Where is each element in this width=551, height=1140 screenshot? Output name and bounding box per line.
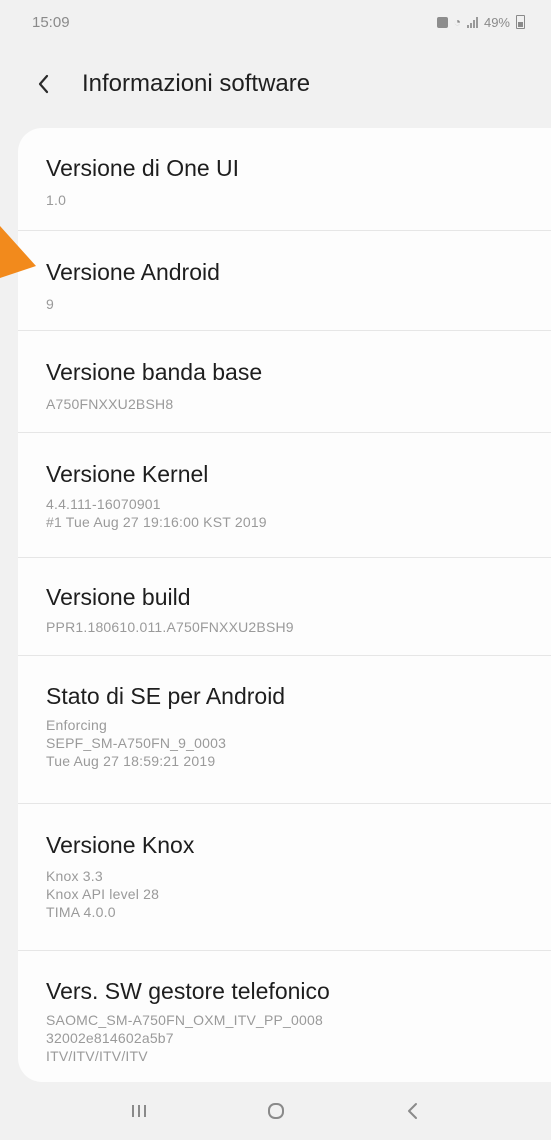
item-value: TIMA 4.0.0	[46, 904, 116, 920]
list-item-kernel-version[interactable]: Versione Kernel 4.4.111-16070901 #1 Tue …	[18, 433, 551, 558]
recents-icon	[131, 1105, 146, 1117]
list-item-one-ui-version[interactable]: Versione di One UI 1.0	[18, 128, 551, 231]
navigation-bar	[0, 1082, 551, 1140]
signal-icon	[466, 16, 478, 28]
item-value: SAOMC_SM-A750FN_OXM_ITV_PP_0008	[46, 1012, 323, 1028]
item-value: #1 Tue Aug 27 19:16:00 KST 2019	[46, 514, 267, 530]
software-info-list: Versione di One UI 1.0 Versione Android …	[18, 128, 551, 1082]
back-icon	[407, 1103, 417, 1119]
recents-button[interactable]	[109, 1091, 169, 1131]
status-time: 15:09	[32, 13, 70, 31]
item-value: ITV/ITV/ITV/ITV	[46, 1048, 148, 1064]
wifi-icon: ◔	[453, 15, 461, 29]
back-button[interactable]	[36, 66, 72, 102]
list-item-knox-version[interactable]: Versione Knox Knox 3.3 Knox API level 28…	[18, 804, 551, 951]
item-value: 9	[46, 296, 54, 312]
orange-arrow-pointer	[0, 226, 36, 278]
item-value: Enforcing	[46, 717, 107, 733]
item-title: Versione Knox	[46, 832, 195, 858]
item-value: A750FNXXU2BSH8	[46, 396, 174, 412]
item-title: Stato di SE per Android	[46, 683, 286, 709]
list-item-se-android-status[interactable]: Stato di SE per Android Enforcing SEPF_S…	[18, 656, 551, 804]
item-value: Knox 3.3	[46, 868, 103, 884]
list-item-build-version[interactable]: Versione build PPR1.180610.011.A750FNXXU…	[18, 558, 551, 656]
status-bar: 15:09 ◔ 49%	[0, 0, 551, 44]
item-value: 4.4.111-16070901	[46, 496, 161, 512]
item-title: Vers. SW gestore telefonico	[46, 978, 330, 1004]
item-value: SEPF_SM-A750FN_9_0003	[46, 735, 227, 751]
item-title: Versione build	[46, 584, 191, 610]
back-chevron-icon	[38, 74, 49, 94]
item-title: Versione Android	[46, 259, 220, 285]
item-value: Tue Aug 27 18:59:21 2019	[46, 753, 216, 769]
home-icon	[267, 1103, 284, 1119]
battery-percent: 49%	[483, 14, 510, 30]
item-value: 1.0	[46, 192, 67, 208]
item-value: 32002e814602a5b7	[46, 1030, 174, 1046]
item-title: Versione di One UI	[46, 155, 240, 181]
item-value: Knox API level 28	[46, 886, 160, 902]
page-title: Informazioni software	[82, 70, 311, 97]
item-title: Versione banda base	[46, 359, 263, 385]
nav-back-button[interactable]	[383, 1091, 443, 1131]
status-icons: ◔ 49%	[436, 14, 525, 30]
item-title: Versione Kernel	[46, 461, 209, 487]
battery-icon	[516, 15, 525, 29]
list-item-android-version[interactable]: Versione Android 9	[18, 231, 551, 331]
item-value: PPR1.180610.011.A750FNXXU2BSH9	[46, 619, 294, 635]
list-item-baseband-version[interactable]: Versione banda base A750FNXXU2BSH8	[18, 331, 551, 433]
list-item-carrier-sw-version[interactable]: Vers. SW gestore telefonico SAOMC_SM-A75…	[18, 951, 551, 1082]
home-button[interactable]	[246, 1091, 306, 1131]
app-bar: Informazioni software	[0, 44, 551, 124]
notification-icon	[436, 16, 448, 28]
